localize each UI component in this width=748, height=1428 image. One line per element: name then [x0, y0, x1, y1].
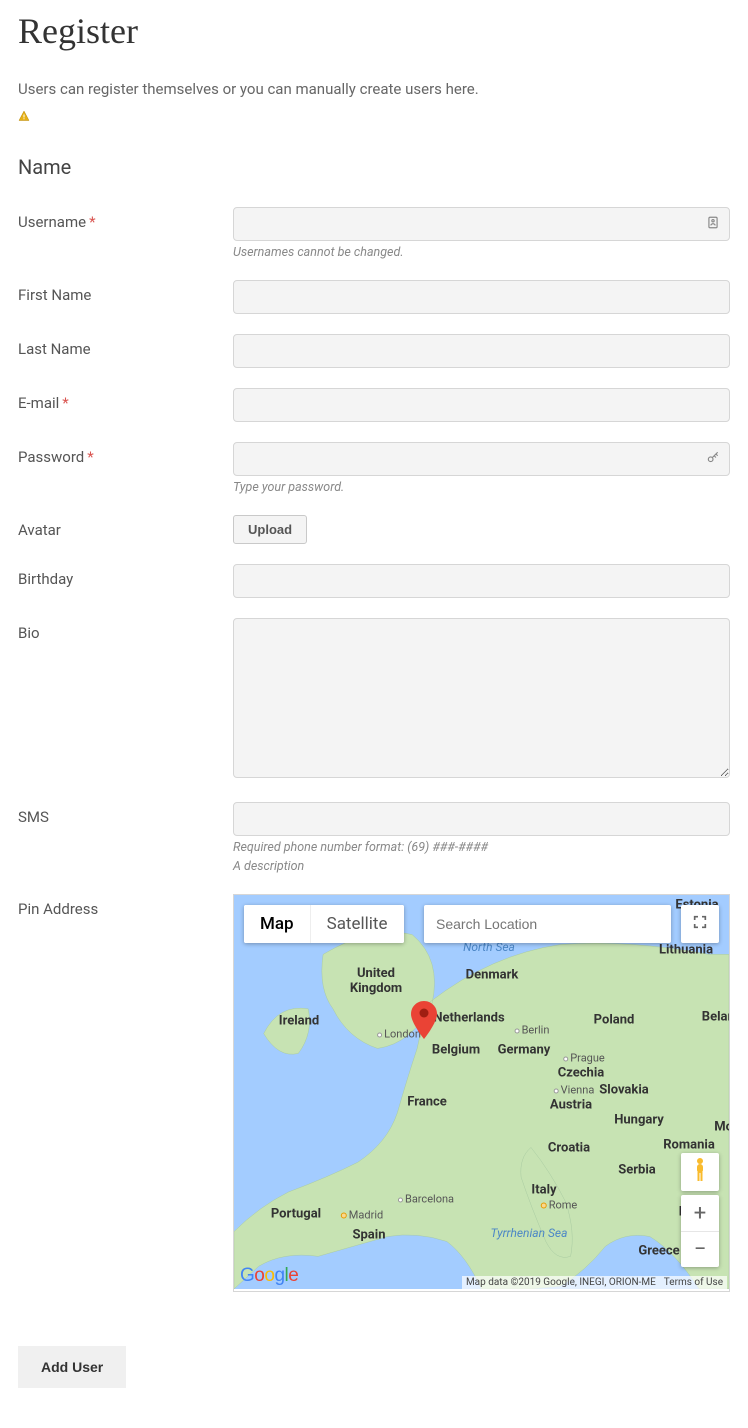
- country-italy: Italy: [531, 1183, 556, 1198]
- add-user-button[interactable]: Add User: [18, 1346, 126, 1388]
- map[interactable]: North Sea Tyrrhenian Sea Estonia Lithuan…: [233, 894, 730, 1292]
- page-subtitle: Users can register themselves or you can…: [18, 80, 730, 98]
- country-germany: Germany: [498, 1043, 551, 1058]
- country-romania: Romania: [663, 1138, 715, 1153]
- map-type-toggle: Map Satellite: [244, 905, 404, 943]
- last-name-input[interactable]: [233, 334, 730, 368]
- password-input[interactable]: [233, 442, 730, 476]
- map-background: [234, 895, 729, 1289]
- country-france: France: [407, 1095, 447, 1110]
- password-hint: Type your password.: [233, 480, 730, 495]
- country-moldova: Mold: [714, 1120, 730, 1135]
- city-madrid: Madrid: [341, 1209, 383, 1222]
- map-pin-icon[interactable]: [411, 1001, 437, 1043]
- city-barcelona: Barcelona: [398, 1193, 454, 1206]
- country-poland: Poland: [594, 1013, 635, 1028]
- country-netherlands: Netherlands: [433, 1011, 504, 1026]
- zoom-out-button[interactable]: −: [681, 1231, 719, 1267]
- country-spain: Spain: [352, 1228, 385, 1243]
- bio-label: Bio: [18, 618, 233, 642]
- username-hint: Usernames cannot be changed.: [233, 245, 730, 260]
- password-label: Password*: [18, 442, 233, 466]
- birthday-input[interactable]: [233, 564, 730, 598]
- city-berlin: Berlin: [515, 1024, 550, 1037]
- sms-hint-desc: A description: [233, 859, 730, 874]
- first-name-label: First Name: [18, 280, 233, 304]
- country-austria: Austria: [550, 1098, 592, 1113]
- contact-card-icon: [706, 215, 720, 234]
- country-belarus: Belarus: [702, 1010, 730, 1025]
- username-input[interactable]: [233, 207, 730, 241]
- warning-icon: [18, 107, 30, 119]
- map-tab-map[interactable]: Map: [244, 905, 310, 943]
- map-tab-satellite[interactable]: Satellite: [310, 905, 404, 943]
- zoom-control: + −: [681, 1195, 719, 1267]
- zoom-in-button[interactable]: +: [681, 1195, 719, 1231]
- minus-icon: −: [694, 1237, 707, 1262]
- city-rome: Rome: [541, 1199, 578, 1212]
- bio-textarea[interactable]: [233, 618, 730, 778]
- country-ireland: Ireland: [279, 1014, 319, 1029]
- country-portugal: Portugal: [271, 1207, 321, 1222]
- section-name-title: Name: [18, 155, 730, 179]
- country-slovakia: Slovakia: [599, 1083, 648, 1098]
- sms-label: SMS: [18, 802, 233, 826]
- fullscreen-icon: [692, 914, 708, 934]
- key-icon: [706, 450, 720, 469]
- country-belgium: Belgium: [432, 1043, 480, 1058]
- country-greece: Greece: [638, 1244, 679, 1259]
- page-title: Register: [18, 10, 730, 52]
- email-label: E-mail*: [18, 388, 233, 412]
- country-croatia: Croatia: [548, 1141, 590, 1156]
- country-serbia: Serbia: [618, 1163, 656, 1178]
- city-vienna: Vienna: [554, 1084, 595, 1097]
- upload-button[interactable]: Upload: [233, 515, 307, 544]
- sms-input[interactable]: [233, 802, 730, 836]
- country-denmark: Denmark: [466, 968, 519, 983]
- first-name-input[interactable]: [233, 280, 730, 314]
- fullscreen-button[interactable]: [681, 905, 719, 943]
- birthday-label: Birthday: [18, 564, 233, 588]
- last-name-label: Last Name: [18, 334, 233, 358]
- city-prague: Prague: [563, 1052, 605, 1065]
- terms-link[interactable]: Terms of Use: [664, 1277, 723, 1288]
- pin-address-label: Pin Address: [18, 894, 233, 918]
- map-attribution: Map data ©2019 Google, INEGI, ORION-ME T…: [462, 1276, 727, 1289]
- map-search-input[interactable]: [424, 905, 671, 943]
- pegman-icon: [691, 1157, 709, 1187]
- email-input[interactable]: [233, 388, 730, 422]
- plus-icon: +: [694, 1201, 706, 1226]
- pegman-button[interactable]: [681, 1153, 719, 1191]
- google-logo: Google: [240, 1265, 298, 1287]
- country-uk: United Kingdom: [350, 966, 402, 996]
- country-czechia: Czechia: [558, 1066, 605, 1081]
- country-hungary: Hungary: [614, 1113, 664, 1128]
- sms-hint-format: Required phone number format: (69) ###-#…: [233, 840, 730, 855]
- sea-label-tyrrhenian: Tyrrhenian Sea: [491, 1226, 568, 1240]
- avatar-label: Avatar: [18, 515, 233, 539]
- country-lithuania: Lithuania: [659, 943, 713, 958]
- username-label: Username*: [18, 207, 233, 231]
